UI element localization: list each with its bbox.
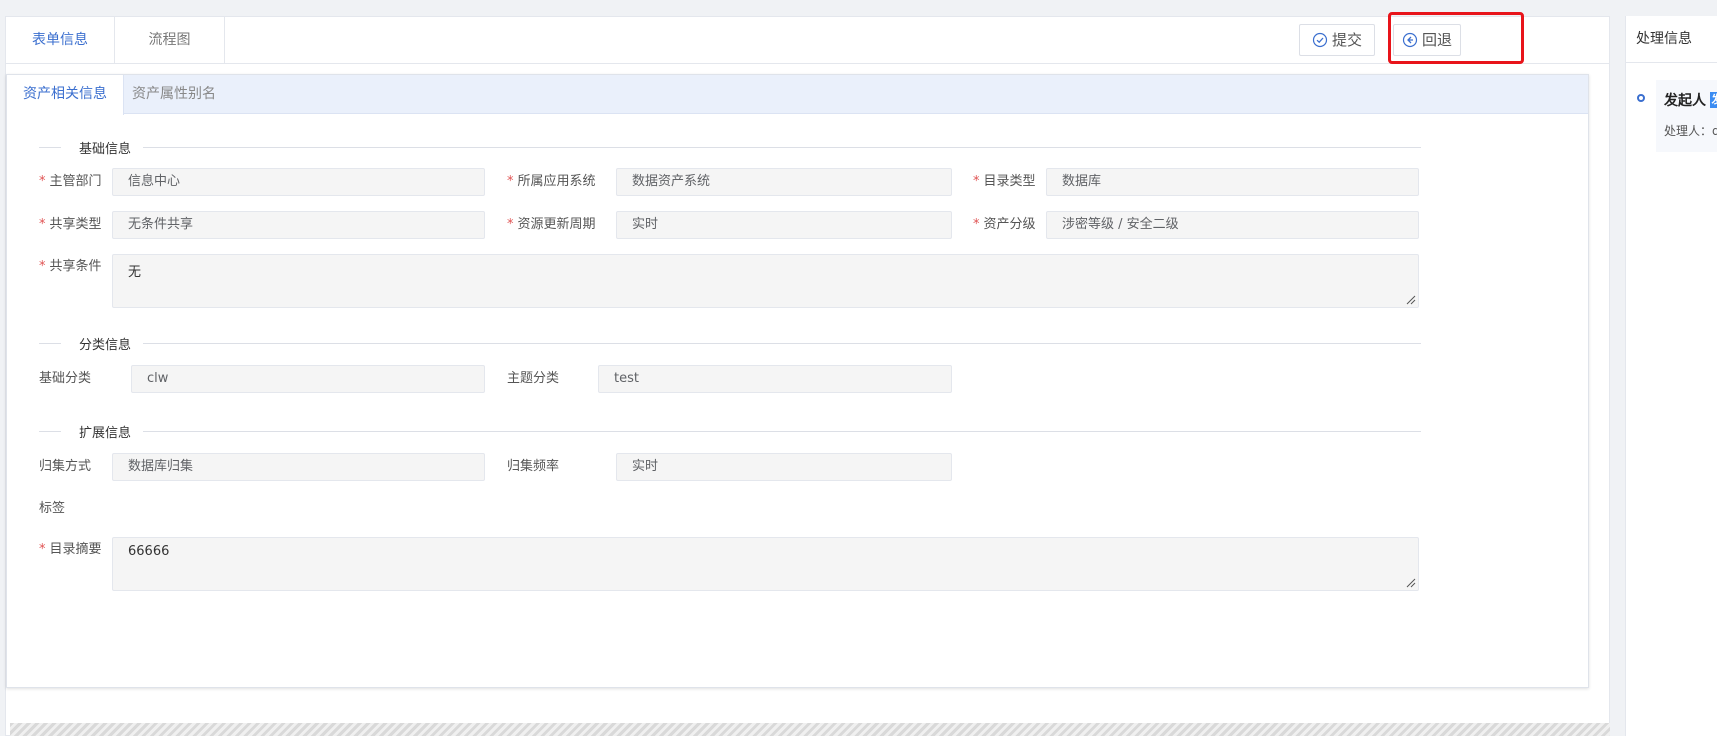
share-cond-value: 无 [128,265,142,280]
page: 表单信息 流程图 提交 回退 资产相关信息 资产属性别名 基础信息 * 主管部门… [0,0,1717,736]
tab-asset-alias[interactable]: 资产属性别名 [116,75,232,114]
topbar: 表单信息 流程图 提交 回退 [6,17,1609,64]
topic-cat-label: 主题分类 [507,371,560,386]
summary-label: * 目录摘要 [39,542,102,557]
tab-flowchart[interactable]: 流程图 [115,17,225,63]
back-circle-icon [1402,32,1418,48]
timeline-item: 发起人 发 处理人：d [1656,80,1717,152]
scrollbar-track[interactable] [10,723,1610,736]
update-cycle-field[interactable]: 实时 [616,211,952,239]
divider [143,146,1421,148]
check-circle-icon [1312,32,1328,48]
collect-method-field[interactable]: 数据库归集 [112,453,485,481]
rollback-label: 回退 [1422,31,1453,49]
section-category: 分类信息 [39,333,1421,353]
catalog-type-label: * 目录类型 [973,174,1036,189]
tab-asset-info[interactable]: 资产相关信息 [7,75,124,115]
summary-value: 66666 [128,544,170,559]
divider [39,430,61,432]
tab-form-info[interactable]: 表单信息 [6,17,115,63]
system-label: * 所属应用系统 [507,174,596,189]
process-info-title: 处理信息 [1626,16,1717,63]
share-type-field[interactable]: 无条件共享 [112,211,485,239]
update-cycle-label: * 资源更新周期 [507,217,596,232]
rollback-button[interactable]: 回退 [1393,24,1462,56]
share-cond-label: * 共享条件 [39,259,102,274]
timeline-dot-icon [1637,94,1645,102]
section-basic: 基础信息 [39,137,1421,157]
tags-label: 标签 [39,501,66,516]
section-extend-title: 扩展信息 [79,425,132,441]
asset-level-field[interactable]: 涉密等级 / 安全二级 [1046,211,1419,239]
dept-field[interactable]: 信息中心 [112,168,485,196]
submit-button[interactable]: 提交 [1299,24,1376,56]
base-cat-label: 基础分类 [39,371,92,386]
resize-handle-icon[interactable] [1406,578,1416,588]
asset-level-label: * 资产分级 [973,217,1036,232]
topic-cat-field[interactable]: test [598,365,952,393]
section-category-title: 分类信息 [79,337,132,353]
resize-handle-icon[interactable] [1406,295,1416,305]
divider [143,342,1421,344]
timeline-item-title: 发起人 发 [1664,90,1717,110]
collect-freq-label: 归集频率 [507,459,560,474]
divider [39,146,61,148]
section-extend: 扩展信息 [39,421,1421,441]
dept-label: * 主管部门 [39,174,102,189]
submit-label: 提交 [1332,31,1363,49]
summary-textarea[interactable]: 66666 [112,537,1419,591]
base-cat-field[interactable]: clw [131,365,485,393]
collect-freq-field[interactable]: 实时 [616,453,952,481]
share-cond-textarea[interactable]: 无 [112,254,1419,308]
inner-tabs: 资产相关信息 资产属性别名 [7,75,1588,115]
asset-form-card: 资产相关信息 资产属性别名 基础信息 * 主管部门 信息中心 * 所属应用系统 数据… [6,74,1589,688]
collect-method-label: 归集方式 [39,459,92,474]
divider [143,430,1421,432]
process-info-panel: 处理信息 发起人 发 处理人：d [1625,16,1717,736]
timeline-handler: 处理人：d [1664,124,1717,138]
divider [39,342,61,344]
section-basic-title: 基础信息 [79,141,132,157]
status-badge: 发 [1710,92,1717,108]
share-type-label: * 共享类型 [39,217,102,232]
main-panel: 表单信息 流程图 提交 回退 资产相关信息 资产属性别名 基础信息 * 主管部门… [5,16,1610,736]
catalog-type-field[interactable]: 数据库 [1046,168,1419,196]
system-field[interactable]: 数据资产系统 [616,168,952,196]
